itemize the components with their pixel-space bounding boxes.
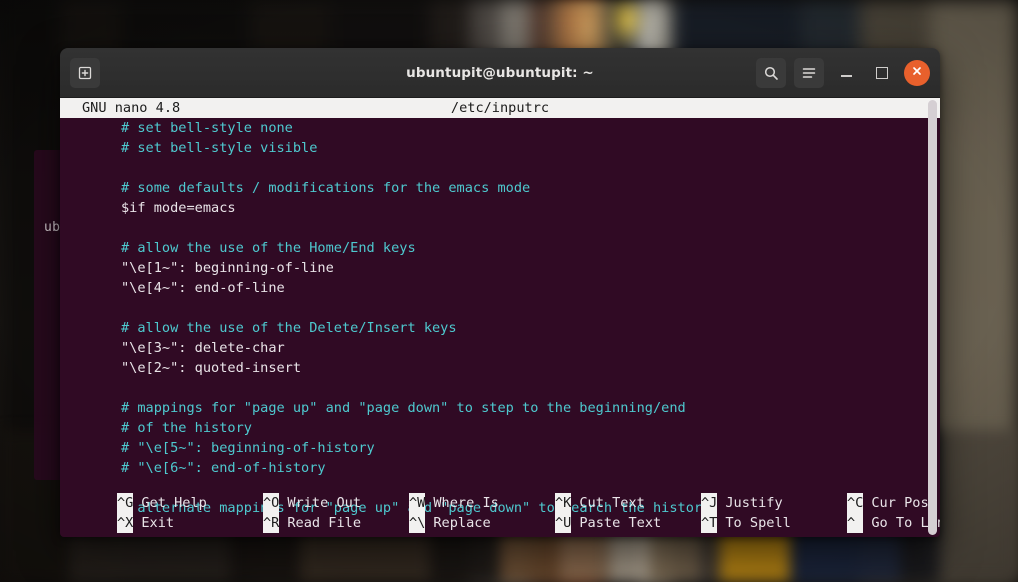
- window-title-bar[interactable]: ubuntupit@ubuntupit: ~: [60, 48, 940, 98]
- nano-header-bar: GNU nano 4.8 /etc/inputrc: [60, 98, 940, 118]
- shortcut-label: To Spell: [717, 513, 790, 533]
- shortcut-item[interactable]: ^GGet Help: [117, 493, 263, 513]
- editor-line: "\e[4~": end-of-line: [64, 278, 940, 298]
- editor-line: [64, 378, 940, 398]
- window-controls: [756, 58, 930, 88]
- editor-line: [64, 158, 940, 178]
- nano-filename-label: /etc/inputrc: [60, 98, 940, 118]
- new-tab-button[interactable]: [70, 58, 100, 88]
- editor-line: # "\e[6~": end-of-history: [64, 458, 940, 478]
- search-icon: [763, 65, 779, 81]
- editor-line: "\e[3~": delete-char: [64, 338, 940, 358]
- shortcut-item[interactable]: ^\Replace: [409, 513, 555, 533]
- editor-line: # "\e[5~": beginning-of-history: [64, 438, 940, 458]
- nano-shortcut-bar: ^GGet Help^OWrite Out^WWhere Is^KCut Tex…: [60, 493, 940, 537]
- shortcut-label: Get Help: [133, 493, 206, 513]
- shortcut-label: Read File: [279, 513, 361, 533]
- shortcut-item[interactable]: ^KCut Text: [555, 493, 701, 513]
- editor-line: # mappings for "page up" and "page down"…: [64, 398, 940, 418]
- shortcut-label: Justify: [717, 493, 782, 513]
- editor-line: # of the history: [64, 418, 940, 438]
- shortcut-item[interactable]: ^ Go To Line: [847, 513, 940, 533]
- new-tab-icon: [77, 65, 93, 81]
- shortcut-label: Cut Text: [571, 493, 644, 513]
- shortcut-key: ^R: [263, 513, 279, 533]
- shortcut-label: Write Out: [279, 493, 361, 513]
- editor-line: # set bell-style none: [64, 118, 940, 138]
- editor-line: # allow the use of the Home/End keys: [64, 238, 940, 258]
- maximize-icon: [876, 67, 888, 79]
- shortcut-label: Where Is: [425, 493, 498, 513]
- shortcut-key: ^O: [263, 493, 279, 513]
- search-button[interactable]: [756, 58, 786, 88]
- shortcut-item[interactable]: ^OWrite Out: [263, 493, 409, 513]
- shortcut-item[interactable]: ^JJustify: [701, 493, 847, 513]
- terminal-scrollbar-thumb[interactable]: [928, 100, 937, 535]
- shortcut-item[interactable]: ^UPaste Text: [555, 513, 701, 533]
- maximize-button[interactable]: [868, 59, 896, 87]
- hamburger-menu-icon: [801, 65, 817, 81]
- editor-line: "\e[2~": quoted-insert: [64, 358, 940, 378]
- terminal-scrollbar[interactable]: [928, 100, 937, 535]
- editor-line: # some defaults / modifications for the …: [64, 178, 940, 198]
- shortcut-item[interactable]: ^XExit: [117, 513, 263, 533]
- editor-line: [64, 218, 940, 238]
- shortcut-row-secondary: ^XExit^RRead File^\Replace^UPaste Text^T…: [117, 513, 940, 533]
- nano-editor-area[interactable]: # set bell-style none# set bell-style vi…: [60, 118, 940, 518]
- shortcut-item[interactable]: ^WWhere Is: [409, 493, 555, 513]
- shortcut-label: Exit: [133, 513, 174, 533]
- shortcut-label: Cur Pos: [863, 493, 928, 513]
- shortcut-item[interactable]: ^CCur Pos: [847, 493, 940, 513]
- shortcut-key: ^: [847, 513, 863, 533]
- close-button[interactable]: [904, 60, 930, 86]
- shortcut-row-primary: ^GGet Help^OWrite Out^WWhere Is^KCut Tex…: [117, 493, 940, 513]
- terminal-body[interactable]: GNU nano 4.8 /etc/inputrc # set bell-sty…: [60, 98, 940, 537]
- minimize-button[interactable]: [832, 59, 860, 87]
- shortcut-key: ^J: [701, 493, 717, 513]
- shortcut-key: ^C: [847, 493, 863, 513]
- editor-line: [64, 298, 940, 318]
- shortcut-item[interactable]: ^TTo Spell: [701, 513, 847, 533]
- minimize-icon: [841, 75, 852, 77]
- shortcut-key: ^U: [555, 513, 571, 533]
- shortcut-key: ^\: [409, 513, 425, 533]
- shortcut-label: Paste Text: [571, 513, 661, 533]
- terminal-window[interactable]: ubuntupit@ubuntupit: ~: [60, 48, 940, 537]
- shortcut-label: Replace: [425, 513, 490, 533]
- editor-line: # set bell-style visible: [64, 138, 940, 158]
- shortcut-key: ^T: [701, 513, 717, 533]
- shortcut-key: ^G: [117, 493, 133, 513]
- editor-line: # allow the use of the Delete/Insert key…: [64, 318, 940, 338]
- editor-line: "\e[1~": beginning-of-line: [64, 258, 940, 278]
- editor-line: $if mode=emacs: [64, 198, 940, 218]
- menu-button[interactable]: [794, 58, 824, 88]
- shortcut-key: ^K: [555, 493, 571, 513]
- shortcut-key: ^W: [409, 493, 425, 513]
- shortcut-key: ^X: [117, 513, 133, 533]
- shortcut-item[interactable]: ^RRead File: [263, 513, 409, 533]
- close-icon: [911, 65, 923, 80]
